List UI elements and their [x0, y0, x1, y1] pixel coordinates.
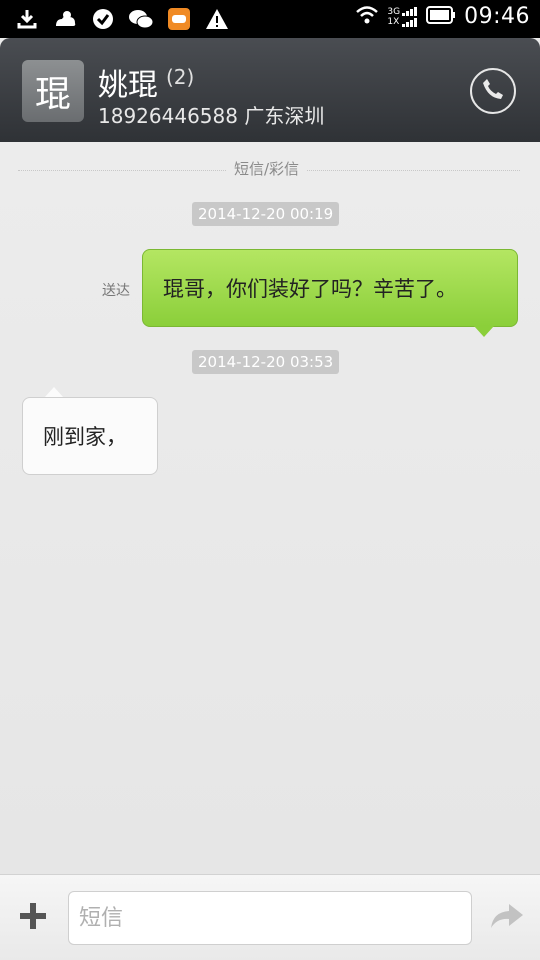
timestamp-badge: 2014-12-20 03:53: [192, 350, 340, 374]
download-icon: [14, 6, 40, 32]
section-label: 短信/彩信: [226, 158, 308, 179]
outgoing-message-bubble[interactable]: 琨哥，你们装好了吗？辛苦了。: [142, 249, 518, 327]
compose-bar: [0, 874, 540, 960]
attach-button[interactable]: [16, 901, 50, 935]
contact-number-location: 18926446588 广东深圳: [98, 104, 325, 128]
timestamp-badge: 2014-12-20 00:19: [192, 202, 340, 226]
network-type-bottom: 1X: [387, 16, 400, 27]
delivery-status: 送达: [102, 283, 130, 299]
bubble-tail: [474, 326, 494, 337]
wechat-icon: [128, 6, 154, 32]
weather-icon: [52, 6, 78, 32]
system-icons: 3G 1X 09:46: [355, 4, 530, 29]
network-type-top: 3G: [387, 6, 401, 17]
phone-icon: [480, 76, 506, 106]
check-icon: [90, 6, 116, 32]
notification-icons: [14, 6, 230, 32]
message-text: 刚到家，: [43, 425, 127, 449]
send-icon: [489, 902, 525, 934]
battery-icon: [426, 5, 456, 28]
status-time: 09:46: [464, 4, 530, 29]
message-count: (2): [166, 65, 195, 89]
message-input[interactable]: [68, 891, 472, 945]
incoming-message-bubble[interactable]: 刚到家，: [22, 397, 158, 475]
message-text: 琨哥，你们装好了吗？辛苦了。: [163, 277, 457, 301]
game-icon: [166, 6, 192, 32]
contact-name: 姚琨: [98, 68, 158, 103]
message-list[interactable]: 短信/彩信 2014-12-20 00:19 送达 琨哥，你们装好了吗？辛苦了。…: [0, 142, 540, 874]
plus-icon: [18, 901, 48, 935]
send-button[interactable]: [488, 901, 526, 935]
conversation-header: 琨 姚琨 (2) 18926446588 广东深圳: [0, 38, 540, 142]
signal-icon: 3G 1X: [387, 6, 418, 27]
status-bar: 3G 1X 09:46: [0, 0, 540, 38]
avatar[interactable]: 琨: [22, 60, 84, 122]
wifi-icon: [355, 5, 379, 29]
warning-icon: [204, 6, 230, 32]
call-button[interactable]: [470, 68, 516, 114]
